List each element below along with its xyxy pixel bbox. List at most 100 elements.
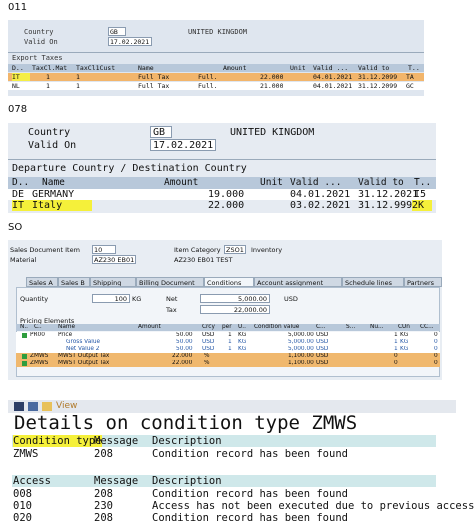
table-row[interactable]: DE GERMANY 19.000 04.01.2021 31.12.2021 … [8,189,436,200]
pricing-row[interactable]: Net Value 2 50.00 USD 1 KG 5,000.00 USD … [16,346,440,353]
tab-conditions[interactable]: Conditions [204,277,254,287]
col-s: S... [346,324,356,330]
cell-unit2: KG [400,346,409,352]
valid-on-field[interactable]: 17.02.2021 [150,139,216,151]
net-currency: USD [284,295,298,303]
condition-details-panel: View Details on condition type ZMWS Cond… [8,400,474,524]
pricing-row[interactable]: PR00 Price 50.00 USD 1 KG 5,000.00 USD 1… [16,332,440,339]
detail-icon[interactable] [28,402,38,411]
cell-cc: 0 [434,360,438,366]
cell-amount: 21.000 [260,82,284,90]
tab-sales-a[interactable]: Sales A [26,277,58,287]
access-row[interactable]: 008 208 Condition record has been found [12,488,436,500]
valid-on-field[interactable]: 17.02.2021 [108,37,152,46]
tab-partners[interactable]: Partners [404,277,442,287]
tab-shipping[interactable]: Shipping [90,277,136,287]
cell-valid-from: 04.01.2021 [313,82,353,90]
country-field[interactable]: GB [150,126,172,138]
divider [8,52,424,53]
col-nu: Nu... [370,324,384,330]
tab-billing-document[interactable]: Billing Document [136,277,204,287]
tax-field[interactable]: 22,000.00 [200,305,270,314]
cell-amount: 50.00 [176,339,193,345]
col-condition-type: Condition type [13,435,102,447]
country-name: UNITED KINGDOM [188,28,248,36]
cell-cc: 0 [434,346,438,352]
tab-schedule-lines[interactable]: Schedule lines [342,277,404,287]
cell-amount: 22.000 [172,360,193,366]
country-label: Country [28,127,71,138]
tab-sales-b[interactable]: Sales B [58,277,90,287]
access-row[interactable]: 010 230 Access has not been executed due… [12,500,474,512]
col-message: Message [94,435,139,447]
cell-name: MWST Output Tax [58,360,110,366]
cell-name: Italy [32,200,63,211]
col-name: Name [58,324,76,330]
cell-name2: Full. [198,73,218,81]
cell-name: GERMANY [32,189,75,200]
cell-cc: 0 [434,339,438,345]
pricing-row[interactable]: ZMWS MWST Output Tax 22.000 % 1,100.00 U… [16,353,440,360]
cell-cur: USD [316,353,329,359]
col-d: D.. [12,177,30,188]
condition-type-row[interactable]: ZMWS 208 Condition record has been found [12,448,436,460]
net-field[interactable]: 5,000.00 [200,294,270,303]
cell-t: TA [406,73,414,81]
cell-taxmat: 1 [46,82,50,90]
table-row[interactable]: IT Italy 22.000 03.02.2021 31.12.9999 2K [8,200,436,211]
country-field[interactable]: GB [108,27,126,36]
cell-crcy: USD [202,332,215,338]
section-title: Export Taxes [12,54,63,62]
material-field[interactable]: AZ230 EB01 [92,255,136,264]
col-cun: CUn [398,324,410,330]
col-cc: CC... [420,324,434,330]
table-row[interactable]: NL 1 1 Full Tax Full. 21.000 04.01.2021 … [8,82,424,90]
col-access: Access [13,475,51,487]
col-condition-value: Condition value [254,324,300,330]
cell-name: Price [58,332,73,338]
cell-unit2: KG [400,339,409,345]
col-unit: Unit [290,64,306,72]
cell-cur: USD [316,360,329,366]
cell-amount: 22.000 [260,73,284,81]
col-description: Description [152,475,222,487]
pricing-row[interactable]: ZMWS MWST Output Tax 22.000 % 1,100.00 U… [16,360,440,367]
access-row[interactable]: 020 208 Condition record has been found [12,512,436,524]
tab-account-assignment[interactable]: Account assignment [254,277,342,287]
material-text: AZ230 EB01 TEST [174,256,233,264]
cell-amount: 50.00 [176,332,193,338]
cell-cun: 1 [394,346,398,352]
cell-valid-to: 31.12.2099 [358,82,398,90]
col-amount: Amount [138,324,161,330]
sd-item-label: Sales Document Item [10,246,80,254]
col-t: T.. [414,177,432,188]
table-row[interactable]: IT 1 1 Full Tax Full. 22.000 04.01.2021 … [8,73,424,81]
pricing-row[interactable]: Gross Value 50.00 USD 1 KG 5,000.00 USD … [16,339,440,346]
col-t: T.. [408,64,420,72]
print-icon[interactable] [14,402,24,411]
destination-country-panel: Country GB UNITED KINGDOM Valid On 17.02… [8,123,436,213]
cell-cc: 0 [434,353,438,359]
view-button[interactable]: View [56,401,77,411]
cell-name2: Full. [198,82,218,90]
view-icon[interactable] [42,402,52,411]
col-taxmat: TaxCl.Mat [32,64,68,72]
col-valid-from: Valid ... [313,64,349,72]
cell-amount: 19.000 [208,189,245,200]
cell-valid-from: 04.01.2021 [290,189,351,200]
table-header: D.. Name Amount Unit Valid ... Valid to … [8,177,436,189]
caption-078: 078 [8,104,28,115]
cell-value: 5,000.00 [288,339,314,345]
item-category-field[interactable]: ZSO1 [224,245,246,254]
export-taxes-panel: Country GB UNITED KINGDOM Valid On 17.02… [8,20,424,96]
caption-011: 011 [8,2,28,13]
cell-cun: 0 [394,353,398,359]
col-d: D.. [12,64,24,72]
cell-ctype: ZMWS [30,353,49,359]
quantity-field[interactable]: 100 [92,294,130,303]
cell-message: 208 [94,488,113,500]
sd-item-field[interactable]: 10 [92,245,116,254]
col-per: per [222,324,232,330]
quantity-label: Quantity [20,295,49,303]
cell-value: 5,000.00 [288,346,314,352]
